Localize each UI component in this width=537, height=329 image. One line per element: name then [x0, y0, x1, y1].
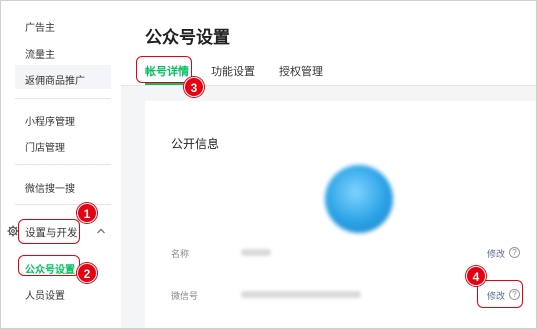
field-label-name: 名称: [171, 249, 190, 259]
callout-box-settings-dev: [18, 219, 80, 244]
sidebar-item-staff-settings[interactable]: 人员设置: [25, 287, 65, 302]
field-value-wechat-id: [241, 291, 361, 298]
sidebar-item-advertiser[interactable]: 广告主: [25, 19, 55, 34]
card-title: 公开信息: [171, 137, 220, 151]
callout-box-account-settings: [18, 255, 80, 276]
sidebar-item-stores[interactable]: 门店管理: [25, 139, 65, 154]
help-icon[interactable]: ?: [509, 247, 520, 258]
screenshot-frame: 广告主 流量主 返佣商品推广 小程序管理 门店管理 微信搜一搜 设置与开发 公众…: [0, 0, 537, 329]
step-badge-4: 4: [466, 266, 486, 286]
edit-name-link[interactable]: 修改: [487, 247, 505, 260]
step-badge-2: 2: [77, 263, 97, 283]
field-value-name: [241, 249, 271, 256]
field-label-wechat-id: 微信号: [171, 291, 199, 301]
tab-function-settings[interactable]: 功能设置: [211, 63, 255, 79]
avatar[interactable]: [325, 165, 393, 233]
sidebar-divider: [15, 204, 111, 205]
sidebar-item-miniprogram[interactable]: 小程序管理: [25, 113, 75, 128]
sidebar-item-publisher[interactable]: 流量主: [25, 46, 55, 61]
tab-authorization[interactable]: 授权管理: [279, 63, 323, 79]
sidebar-divider: [15, 164, 111, 165]
step-badge-1: 1: [77, 203, 97, 223]
callout-box-edit-wechat-id: [477, 280, 523, 308]
page-title: 公众号设置: [145, 28, 230, 47]
sidebar-divider: [15, 98, 111, 99]
sidebar-item-commission-promo[interactable]: 返佣商品推广: [25, 72, 85, 87]
chevron-up-icon[interactable]: [96, 226, 106, 236]
sidebar-item-wechat-search[interactable]: 微信搜一搜: [25, 180, 75, 195]
sidebar: 广告主 流量主 返佣商品推广 小程序管理 门店管理 微信搜一搜 设置与开发 公众…: [1, 1, 121, 328]
callout-box-account-details-tab: [136, 56, 192, 83]
step-badge-3: 3: [184, 77, 204, 97]
